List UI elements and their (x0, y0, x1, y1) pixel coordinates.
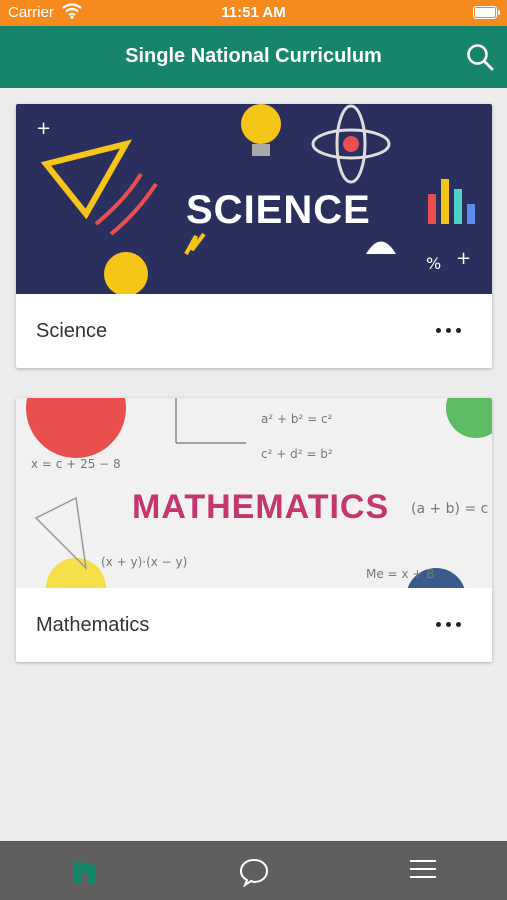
science-banner-image: + + % SCIENCE (16, 104, 492, 294)
search-icon[interactable] (465, 42, 495, 72)
svg-text:(a + b) = c: (a + b) = c (411, 501, 488, 517)
app-bar: Single National Curriculum (0, 26, 507, 88)
mathematics-banner-title: MATHEMATICS (132, 488, 390, 526)
tab-home[interactable] (0, 841, 169, 900)
page-title: Single National Curriculum (125, 45, 382, 67)
svg-text:x = c + 25 − 8: x = c + 25 − 8 (31, 457, 121, 471)
menu-icon (409, 860, 436, 878)
mathematics-banner-image: a² + b² = c² c² + d² = b² x = c + 25 − 8… (16, 398, 492, 588)
more-options-icon[interactable] (436, 316, 464, 336)
card-title: Science (36, 320, 108, 342)
science-card[interactable]: + + % SCIENCE Science (16, 104, 492, 368)
more-options-icon[interactable] (436, 610, 464, 630)
svg-text:(x + y)·(x − y): (x + y)·(x − y) (101, 555, 187, 569)
bottom-tab-bar (0, 841, 507, 900)
svg-text:%: % (426, 254, 441, 273)
svg-text:c² + d² = b²: c² + d² = b² (261, 447, 333, 461)
status-bar: Carrier 11:51 AM (0, 0, 507, 26)
mathematics-card[interactable]: a² + b² = c² c² + d² = b² x = c + 25 − 8… (16, 398, 492, 662)
science-banner-title: SCIENCE (186, 188, 371, 232)
card-title: Mathematics (36, 614, 150, 636)
clock: 11:51 AM (221, 4, 286, 21)
home-icon (73, 861, 96, 883)
tab-chat[interactable] (169, 841, 338, 900)
svg-text:a² + b² = c²: a² + b² = c² (261, 412, 333, 426)
svg-text:+: + (456, 248, 471, 269)
svg-text:Me = x + B: Me = x + B (366, 567, 434, 581)
battery-icon (473, 6, 500, 19)
tab-menu[interactable] (338, 841, 507, 900)
chat-icon (239, 858, 268, 887)
svg-text:+: + (36, 118, 51, 139)
